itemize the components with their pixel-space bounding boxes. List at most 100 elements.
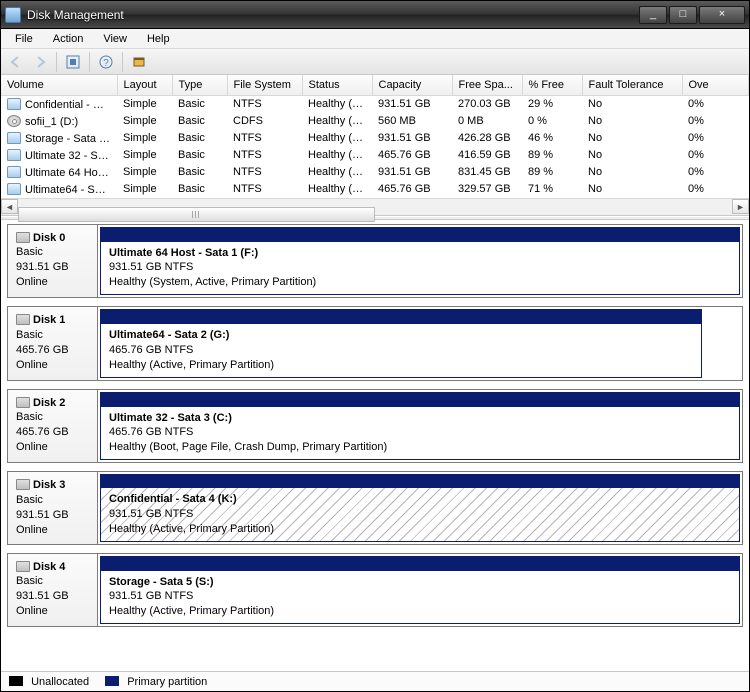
volume-fault: No xyxy=(582,113,682,130)
volume-row[interactable]: sofii_1 (D:)SimpleBasicCDFSHealthy (P...… xyxy=(1,113,749,130)
partition-body: Confidential - Sata 4 (K:)931.51 GB NTFS… xyxy=(100,488,740,542)
titlebar[interactable]: Disk Management _ □ × xyxy=(1,1,749,29)
partition-container: Ultimate 32 - Sata 3 (C:)465.76 GB NTFSH… xyxy=(98,390,742,463)
col-type[interactable]: Type xyxy=(172,75,227,96)
close-button[interactable]: × xyxy=(699,6,745,24)
volume-overhead: 0% xyxy=(682,181,749,198)
disk-graphical-pane: Disk 0Basic931.51 GBOnlineUltimate 64 Ho… xyxy=(1,220,749,672)
disk-row[interactable]: Disk 3Basic931.51 GBOnlineConfidential -… xyxy=(7,471,743,545)
partition[interactable]: Ultimate64 - Sata 2 (G:)465.76 GB NTFSHe… xyxy=(100,309,702,378)
horizontal-scrollbar[interactable]: ◄ ► xyxy=(1,198,749,215)
col-layout[interactable]: Layout xyxy=(117,75,172,96)
partition-stripe xyxy=(101,557,739,571)
menu-file[interactable]: File xyxy=(5,31,43,47)
volume-layout: Simple xyxy=(117,147,172,164)
volume-name-cell: Ultimate64 - Sata ... xyxy=(1,181,117,198)
col-free[interactable]: Free Spa... xyxy=(452,75,522,96)
partition[interactable]: Storage - Sata 5 (S:)931.51 GB NTFSHealt… xyxy=(100,556,740,625)
volume-pct-free: 29 % xyxy=(522,96,582,113)
volume-free: 426.28 GB xyxy=(452,130,522,147)
volume-status: Healthy (A... xyxy=(302,96,372,113)
partition-stripe xyxy=(101,393,739,407)
volume-row[interactable]: Ultimate 32 - Sata ...SimpleBasicNTFSHea… xyxy=(1,147,749,164)
scroll-thumb[interactable] xyxy=(18,207,375,222)
col-status[interactable]: Status xyxy=(302,75,372,96)
volume-capacity: 560 MB xyxy=(372,113,452,130)
disk-row[interactable]: Disk 1Basic465.76 GBOnlineUltimate64 - S… xyxy=(7,306,743,381)
volume-type: Basic xyxy=(172,113,227,130)
disk-type: Basic xyxy=(16,493,89,508)
partition[interactable]: Ultimate 64 Host - Sata 1 (F:)931.51 GB … xyxy=(100,227,740,296)
partition-stripe xyxy=(101,228,739,242)
col-capacity[interactable]: Capacity xyxy=(372,75,452,96)
disk-name: Disk 2 xyxy=(33,397,65,409)
col-volume[interactable]: Volume xyxy=(1,75,117,96)
col-pct-free[interactable]: % Free xyxy=(522,75,582,96)
drive-icon xyxy=(7,98,21,110)
volume-free: 270.03 GB xyxy=(452,96,522,113)
volume-layout: Simple xyxy=(117,113,172,130)
partition-body: Ultimate64 - Sata 2 (G:)465.76 GB NTFSHe… xyxy=(101,324,701,377)
disk-row[interactable]: Disk 4Basic931.51 GBOnlineStorage - Sata… xyxy=(7,553,743,628)
volume-name-cell: Ultimate 32 - Sata ... xyxy=(1,147,117,164)
partition-status: Healthy (Active, Primary Partition) xyxy=(109,522,731,537)
menu-help[interactable]: Help xyxy=(137,31,180,47)
menu-view[interactable]: View xyxy=(93,31,137,47)
scroll-right-arrow[interactable]: ► xyxy=(732,199,749,214)
disk-meta: Disk 2Basic465.76 GBOnline xyxy=(8,390,98,463)
volume-capacity: 465.76 GB xyxy=(372,181,452,198)
volume-overhead: 0% xyxy=(682,147,749,164)
cdrom-icon xyxy=(7,115,21,127)
disk-size: 465.76 GB xyxy=(16,425,89,440)
scroll-left-arrow[interactable]: ◄ xyxy=(1,199,18,214)
volume-name: Ultimate 64 Host -... xyxy=(25,167,117,179)
column-header-row: Volume Layout Type File System Status Ca… xyxy=(1,75,749,96)
svg-text:?: ? xyxy=(103,58,109,69)
col-fault[interactable]: Fault Tolerance xyxy=(582,75,682,96)
volume-row[interactable]: Ultimate 64 Host -...SimpleBasicNTFSHeal… xyxy=(1,164,749,181)
volume-pct-free: 71 % xyxy=(522,181,582,198)
disk-name: Disk 1 xyxy=(33,314,65,326)
partition[interactable]: Confidential - Sata 4 (K:)931.51 GB NTFS… xyxy=(100,474,740,542)
partition[interactable]: Ultimate 32 - Sata 3 (C:)465.76 GB NTFSH… xyxy=(100,392,740,461)
volume-name-cell: Confidential - Sata... xyxy=(1,96,117,113)
legend-primary: Primary partition xyxy=(105,676,207,688)
partition-container: Confidential - Sata 4 (K:)931.51 GB NTFS… xyxy=(98,472,742,544)
disk-type: Basic xyxy=(16,574,89,589)
settings-button[interactable] xyxy=(62,51,84,73)
maximize-button[interactable]: □ xyxy=(669,6,697,24)
forward-button[interactable] xyxy=(29,51,51,73)
col-filesystem[interactable]: File System xyxy=(227,75,302,96)
partition-size: 465.76 GB NTFS xyxy=(109,425,731,440)
drive-icon xyxy=(7,149,21,161)
volume-fs: NTFS xyxy=(227,164,302,181)
volume-overhead: 0% xyxy=(682,130,749,147)
volume-row[interactable]: Confidential - Sata...SimpleBasicNTFSHea… xyxy=(1,96,749,113)
disk-row[interactable]: Disk 2Basic465.76 GBOnlineUltimate 32 - … xyxy=(7,389,743,464)
disk-row[interactable]: Disk 0Basic931.51 GBOnlineUltimate 64 Ho… xyxy=(7,224,743,299)
back-button[interactable] xyxy=(5,51,27,73)
volume-type: Basic xyxy=(172,164,227,181)
disk-state: Online xyxy=(16,604,89,619)
refresh-button[interactable] xyxy=(128,51,150,73)
menu-action[interactable]: Action xyxy=(43,31,94,47)
col-overhead[interactable]: Ove xyxy=(682,75,749,96)
volume-status: Healthy (P... xyxy=(302,113,372,130)
volume-overhead: 0% xyxy=(682,96,749,113)
volume-row[interactable]: Ultimate64 - Sata ...SimpleBasicNTFSHeal… xyxy=(1,181,749,198)
disk-size: 931.51 GB xyxy=(16,508,89,523)
disk-icon xyxy=(16,314,30,325)
help-button[interactable]: ? xyxy=(95,51,117,73)
volume-row[interactable]: Storage - Sata 5 (S:)SimpleBasicNTFSHeal… xyxy=(1,130,749,147)
volume-name: Ultimate64 - Sata ... xyxy=(25,184,117,196)
partition-name: Confidential - Sata 4 (K:) xyxy=(109,492,731,507)
toolbar-separator xyxy=(89,52,90,72)
legend-unallocated-label: Unallocated xyxy=(31,676,89,688)
unallocated-swatch-icon xyxy=(9,676,23,686)
partition-name: Ultimate 32 - Sata 3 (C:) xyxy=(109,411,731,426)
volume-fs: NTFS xyxy=(227,130,302,147)
disk-state: Online xyxy=(16,358,89,373)
volume-layout: Simple xyxy=(117,181,172,198)
minimize-button[interactable]: _ xyxy=(639,6,667,24)
disk-type: Basic xyxy=(16,410,89,425)
